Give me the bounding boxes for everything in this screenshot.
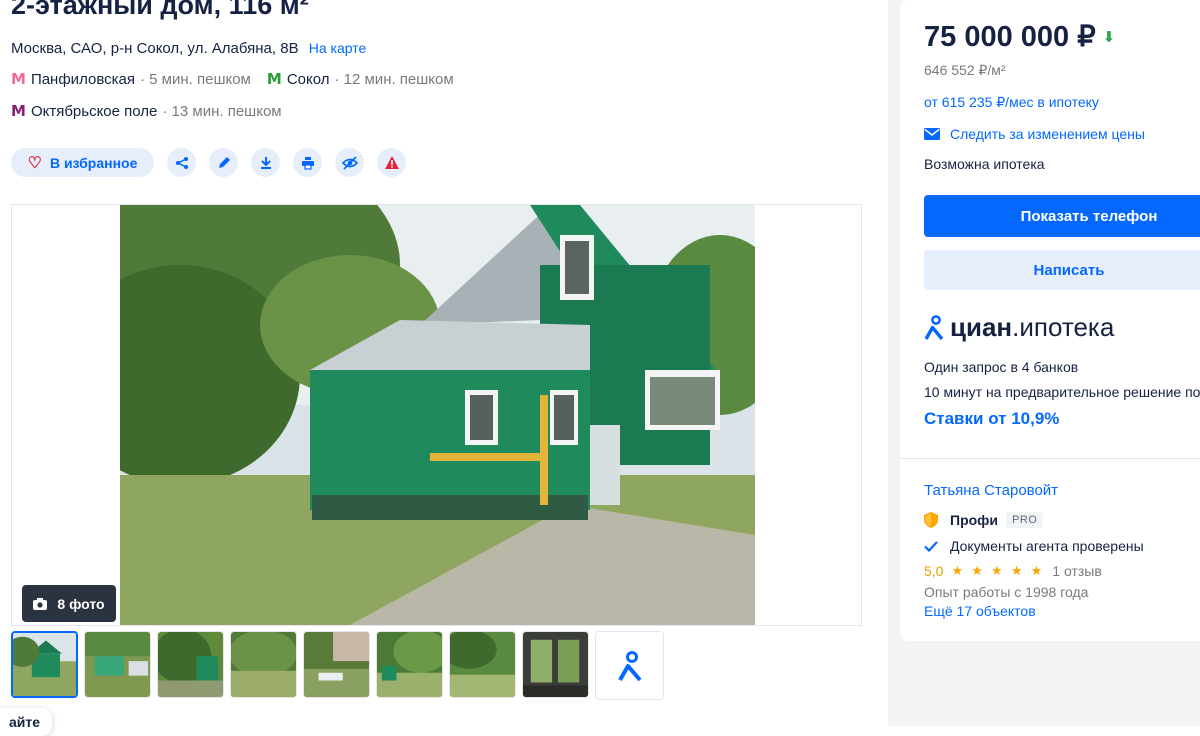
warning-icon — [384, 156, 399, 169]
edit-icon — [218, 156, 230, 168]
arrow-down-icon[interactable]: ⬇ — [1103, 28, 1116, 46]
metro-time: · 13 мин. пешком — [162, 102, 282, 120]
banks-request-text: Один запрос в 4 банков — [924, 359, 1079, 375]
shield-icon — [924, 512, 938, 528]
photo-count-label: 8 фото — [57, 595, 105, 612]
agent-experience: Опыт работы с 1998 года — [924, 584, 1089, 600]
profi-label: Профи — [950, 512, 999, 528]
address: Москва, САО, р-н Сокол, ул. Алабяна, 8В … — [11, 40, 366, 57]
divider — [900, 458, 1200, 459]
price: 75 000 000 ₽ ⬇ — [924, 19, 1115, 54]
metro-time: · 12 мин. пешком — [334, 70, 454, 88]
camera-icon — [33, 597, 48, 610]
thumbnail[interactable] — [376, 631, 443, 698]
metro-icon: М — [11, 102, 26, 120]
docs-checked-label: Документы агента проверены — [950, 538, 1144, 554]
action-bar: ♡ В избранное — [11, 148, 406, 177]
edit-button[interactable] — [209, 148, 238, 177]
star-icon: ★ ★ ★ ★ ★ — [951, 563, 1045, 579]
cian-thumb[interactable] — [595, 631, 664, 700]
thumbnail[interactable] — [522, 631, 589, 698]
metro-row: М Панфиловская · 5 мин. пешком М Сокол ·… — [11, 70, 454, 88]
metro-icon: М — [11, 70, 26, 88]
write-button[interactable]: Написать — [924, 250, 1200, 290]
cian-logo-icon — [924, 314, 944, 340]
price-value: 75 000 000 ₽ — [924, 21, 1096, 53]
write-label: Написать — [1033, 261, 1105, 279]
download-button[interactable] — [251, 148, 280, 177]
report-button[interactable] — [377, 148, 406, 177]
print-button[interactable] — [293, 148, 322, 177]
thumbnail[interactable] — [84, 631, 151, 698]
photo-count-badge[interactable]: 8 фото — [22, 585, 116, 622]
cian-mortgage-logo[interactable]: циан .ипотека — [924, 312, 1114, 343]
map-link[interactable]: На карте — [309, 40, 367, 56]
metro-station[interactable]: Панфиловская — [31, 71, 135, 88]
pro-badge: PRO — [1006, 512, 1044, 528]
cian-product: .ипотека — [1012, 312, 1115, 342]
agent-profi: Профи PRO — [924, 512, 1044, 528]
metro-row: М Октябрьское поле · 13 мин. пешком — [11, 102, 282, 120]
agent-rating[interactable]: 5,0 ★ ★ ★ ★ ★ 1 отзыв — [924, 563, 1102, 579]
metro-station[interactable]: Октябрьское поле — [31, 103, 157, 120]
hide-icon — [341, 155, 358, 170]
photo-gallery[interactable]: 8 фото — [11, 204, 862, 626]
page-title: 2-этажный дом, 116 м² — [11, 0, 309, 20]
print-icon — [301, 156, 314, 170]
share-button[interactable] — [167, 148, 196, 177]
favorite-label: В избранное — [49, 154, 138, 171]
mortgage-link[interactable]: от 615 235 ₽/мес в ипотеку — [924, 94, 1099, 111]
cian-brand: циан — [950, 312, 1013, 342]
agent-docs: Документы агента проверены — [924, 538, 1144, 554]
reviews-count: 1 отзыв — [1052, 563, 1102, 579]
thumbnail[interactable] — [157, 631, 224, 698]
check-icon — [924, 540, 938, 552]
bottom-tab[interactable]: айте — [0, 708, 52, 736]
thumbnail[interactable] — [303, 631, 370, 698]
metro-time: · 5 мин. пешком — [140, 70, 251, 88]
thumbnail[interactable] — [230, 631, 297, 698]
thumbnail[interactable] — [11, 631, 78, 698]
metro-icon: М — [266, 70, 282, 88]
download-icon — [260, 156, 271, 169]
agent-name[interactable]: Татьяна Старовойт — [924, 482, 1058, 499]
listing-main: 2-этажный дом, 116 м² Москва, САО, р-н С… — [0, 0, 888, 736]
rates-link[interactable]: Ставки от 10,9% — [924, 409, 1059, 429]
thumbnail[interactable] — [449, 631, 516, 698]
hide-button[interactable] — [335, 148, 364, 177]
main-photo[interactable] — [120, 205, 755, 626]
rating-value: 5,0 — [924, 563, 944, 579]
decision-time-text: 10 минут на предварительное решение по и… — [924, 384, 1200, 400]
watch-price-link[interactable]: Следить за изменением цены — [924, 126, 1145, 142]
heart-icon: ♡ — [27, 154, 42, 172]
agent-objects-link[interactable]: Ещё 17 объектов — [924, 603, 1036, 619]
mortgage-possible: Возможна ипотека — [924, 156, 1045, 172]
metro-station[interactable]: Сокол — [287, 71, 330, 88]
cian-logo-icon — [617, 650, 642, 681]
thumbnail-strip — [11, 631, 664, 700]
address-text: Москва, САО, р-н Сокол, ул. Алабяна, 8В — [11, 40, 299, 57]
share-icon — [175, 156, 188, 169]
watch-price-label: Следить за изменением цены — [950, 126, 1145, 142]
show-phone-label: Показать телефон — [1020, 207, 1158, 225]
price-per-sqm: 646 552 ₽/м² — [924, 62, 1006, 78]
favorite-button[interactable]: ♡ В избранное — [11, 148, 154, 177]
mail-icon — [924, 128, 940, 140]
show-phone-button[interactable]: Показать телефон — [924, 195, 1200, 237]
